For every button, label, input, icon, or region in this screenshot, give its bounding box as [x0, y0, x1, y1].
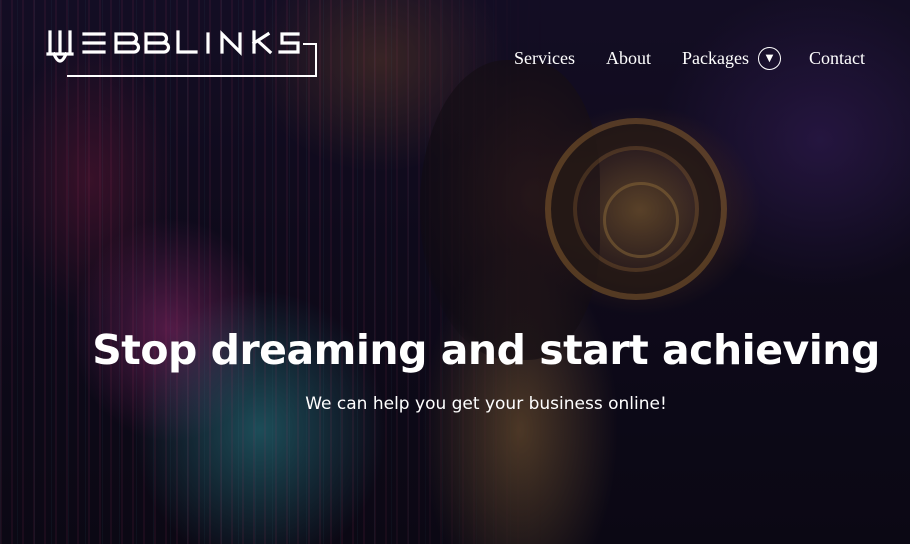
nav-link-contact[interactable]: Contact: [809, 44, 865, 72]
main-nav: Services About Packages ▼ Contact: [514, 44, 865, 72]
hero-section: Services About Packages ▼ Contact Stop d…: [0, 0, 910, 544]
triangle-down-icon[interactable]: ▼: [758, 46, 781, 70]
logo[interactable]: [46, 28, 318, 80]
nav-link-packages[interactable]: Packages: [682, 44, 749, 72]
nav-link-about[interactable]: About: [606, 44, 651, 72]
background-overlay: [0, 0, 910, 544]
hero-headline: Stop dreaming and start achieving: [92, 326, 880, 374]
hero-subline: We can help you get your business online…: [305, 394, 667, 414]
nav-link-services[interactable]: Services: [514, 44, 575, 72]
nav-item-packages: Packages ▼: [682, 44, 781, 72]
logo-mark: [46, 30, 317, 77]
